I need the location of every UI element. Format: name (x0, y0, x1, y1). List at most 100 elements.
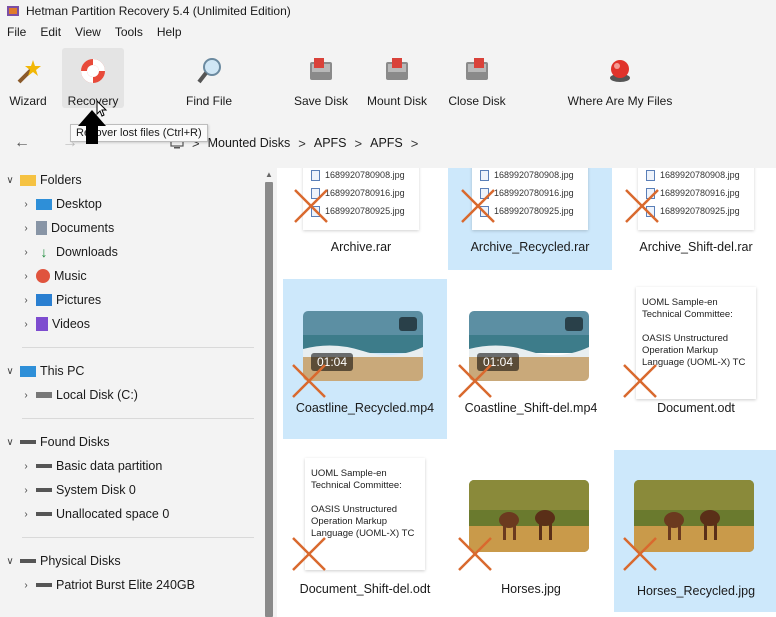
scroll-up-icon[interactable]: ▲ (265, 170, 273, 179)
file-item[interactable]: Horses.jpg (449, 450, 613, 610)
tree-item-patriot-disk[interactable]: › Patriot Burst Elite 240GB (0, 573, 262, 597)
deleted-x-icon (623, 364, 657, 398)
tree-item-music[interactable]: › Music (0, 264, 262, 288)
tree-item-downloads[interactable]: › ↓ Downloads (0, 240, 262, 264)
deleted-x-icon (292, 537, 326, 571)
tree-physical-disks[interactable]: ∨ Physical Disks (0, 549, 262, 573)
chevron-right-icon[interactable]: › (20, 319, 32, 330)
chevron-right-icon[interactable]: › (20, 295, 32, 306)
breadcrumb-separator-icon: > (410, 135, 419, 151)
tree-item-basic-data-partition[interactable]: › Basic data partition (0, 454, 262, 478)
tree-item-documents[interactable]: › Documents (0, 216, 262, 240)
close-disk-button[interactable]: Close Disk (446, 48, 508, 108)
recovery-button[interactable]: Recovery (62, 48, 124, 108)
tree-item-system-disk[interactable]: › System Disk 0 (0, 478, 262, 502)
chevron-right-icon[interactable]: › (20, 247, 32, 258)
divider (22, 537, 254, 538)
drive-icon (36, 512, 52, 516)
disk-save-icon (310, 58, 332, 80)
tree-item-local-disk[interactable]: › Local Disk (C:) (0, 383, 262, 407)
menu-file[interactable]: File (0, 25, 33, 39)
chevron-right-icon[interactable]: › (20, 390, 32, 401)
tree-this-pc[interactable]: ∨ This PC (0, 359, 262, 383)
folder-tree: ∨ Folders › Desktop › Documents › ↓ Downloads… (0, 168, 262, 617)
computer-icon (20, 365, 36, 377)
breadcrumb-separator-icon: > (354, 135, 363, 151)
deleted-x-icon (458, 364, 492, 398)
tree-item-videos[interactable]: › Videos (0, 312, 262, 336)
chevron-right-icon[interactable]: › (20, 580, 32, 591)
pictures-icon (36, 294, 52, 306)
sidebar-scrollbar[interactable]: ▲ (263, 168, 275, 617)
documents-icon (36, 221, 47, 235)
image-file-icon (480, 169, 489, 181)
download-icon: ↓ (40, 244, 48, 260)
divider (22, 418, 254, 419)
title-bar: Hetman Partition Recovery 5.4 (Unlimited… (0, 0, 776, 22)
file-item[interactable]: 1689920780908.jpg 1689920780916.jpg 1689… (614, 168, 776, 270)
file-item[interactable]: 1689920780908.jpg 1689920780916.jpg 1689… (448, 168, 612, 270)
mount-disk-button[interactable]: Mount Disk (364, 48, 430, 108)
menu-view[interactable]: View (68, 25, 108, 39)
chevron-down-icon[interactable]: ∨ (4, 556, 16, 567)
drive-icon (36, 392, 52, 398)
drive-icon (36, 464, 52, 468)
alarm-button-icon (610, 60, 630, 82)
tree-found-disks[interactable]: ∨ Found Disks (0, 430, 262, 454)
chevron-right-icon[interactable]: › (20, 461, 32, 472)
deleted-x-icon (294, 189, 328, 223)
lifebuoy-icon (81, 59, 105, 83)
chevron-right-icon[interactable]: › (20, 485, 32, 496)
deleted-x-icon (458, 537, 492, 571)
videos-icon (36, 317, 48, 331)
image-file-icon (311, 169, 320, 181)
video-camera-icon (399, 317, 417, 331)
deleted-x-icon (292, 364, 326, 398)
chevron-down-icon[interactable]: ∨ (4, 175, 16, 186)
app-icon (7, 6, 19, 16)
where-are-my-files-button[interactable]: Where Are My Files (564, 48, 676, 108)
back-arrow-icon[interactable]: ← (14, 134, 30, 152)
tree-item-unallocated-space[interactable]: › Unallocated space 0 (0, 502, 262, 526)
deleted-x-icon (461, 189, 495, 223)
folder-icon (20, 174, 36, 186)
drive-icon (36, 583, 52, 587)
file-item[interactable]: Horses_Recycled.jpg (614, 450, 776, 612)
breadcrumb-mounted-disks[interactable]: Mounted Disks (208, 136, 291, 150)
window-title: Hetman Partition Recovery 5.4 (Unlimited… (26, 4, 291, 18)
scrollbar-thumb[interactable] (265, 182, 273, 617)
file-item[interactable]: UOML Sample-en Technical Committee: OASI… (283, 450, 447, 610)
file-item[interactable]: UOML Sample-en Technical Committee: OASI… (614, 279, 776, 439)
tree-folders[interactable]: ∨ Folders (0, 168, 262, 192)
arrow-up-icon (78, 110, 106, 144)
file-item[interactable]: 1689920780908.jpg 1689920780916.jpg 1689… (279, 168, 443, 270)
chevron-down-icon[interactable]: ∨ (4, 366, 16, 377)
toolbar: Wizard Recovery Find File Save Disk Moun… (0, 44, 776, 110)
disk-mount-icon (386, 58, 408, 80)
drive-icon (36, 488, 52, 492)
video-camera-icon (565, 317, 583, 331)
breadcrumb-apfs[interactable]: APFS (314, 136, 347, 150)
breadcrumb-apfs-current[interactable]: APFS (370, 136, 403, 150)
deleted-x-icon (625, 189, 659, 223)
chevron-right-icon[interactable]: › (20, 199, 32, 210)
chevron-right-icon[interactable]: › (20, 223, 32, 234)
chevron-right-icon[interactable]: › (20, 509, 32, 520)
drive-icon (20, 440, 36, 444)
disk-close-icon (466, 58, 488, 80)
tree-item-desktop[interactable]: › Desktop (0, 192, 262, 216)
menu-tools[interactable]: Tools (108, 25, 150, 39)
drive-icon (20, 559, 36, 563)
wizard-button[interactable]: Wizard (6, 48, 50, 108)
wizard-icon (17, 60, 41, 84)
menu-help[interactable]: Help (150, 25, 189, 39)
chevron-down-icon[interactable]: ∨ (4, 437, 16, 448)
desktop-icon (36, 198, 52, 210)
tree-item-pictures[interactable]: › Pictures (0, 288, 262, 312)
chevron-right-icon[interactable]: › (20, 271, 32, 282)
save-disk-button[interactable]: Save Disk (290, 48, 352, 108)
menu-edit[interactable]: Edit (33, 25, 68, 39)
file-item[interactable]: 01:04 Coastline_Recycled.mp4 (283, 279, 447, 439)
file-item[interactable]: 01:04 Coastline_Shift-del.mp4 (449, 279, 613, 439)
find-file-button[interactable]: Find File (180, 48, 238, 108)
